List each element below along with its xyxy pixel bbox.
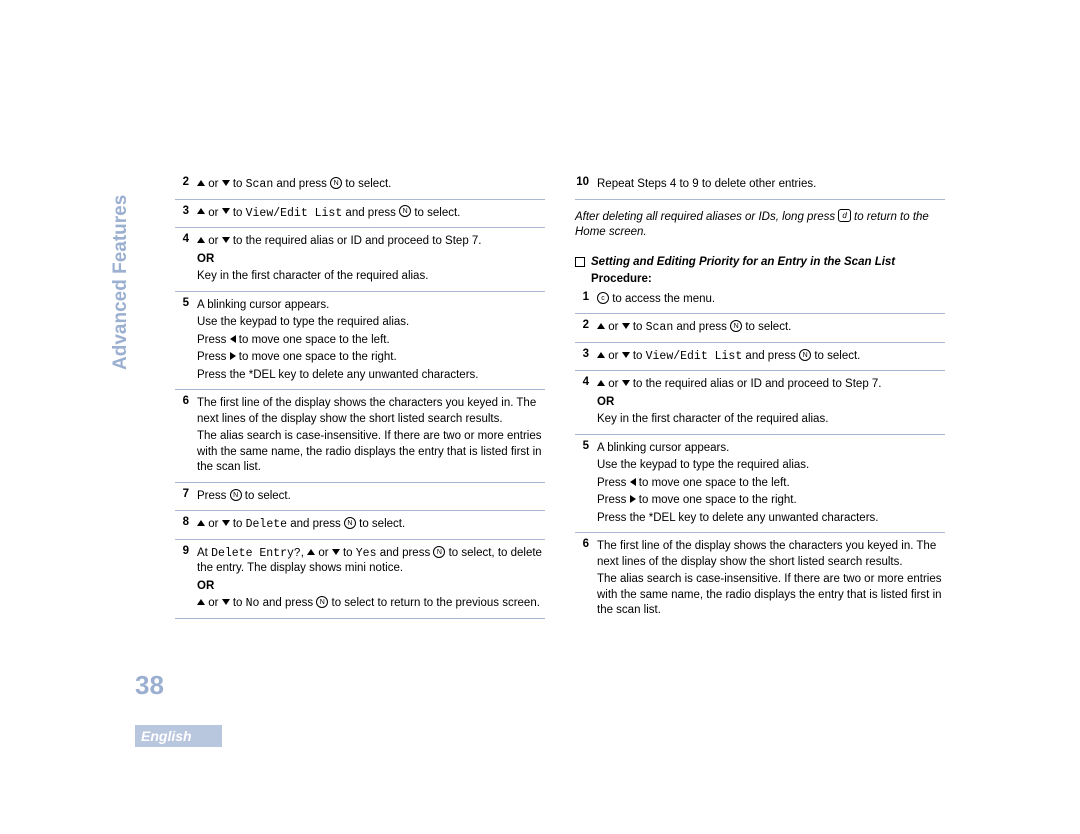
- content-columns: 2 or to Scan and press N to select. 3 or…: [175, 175, 945, 629]
- r-step-6: 6 The first line of the display shows th…: [575, 537, 945, 625]
- arrow-up-icon: [197, 599, 205, 605]
- step-7: 7 Press N to select.: [175, 487, 545, 512]
- arrow-down-icon: [222, 599, 230, 605]
- ok-button-icon: N: [316, 596, 328, 608]
- page-number: 38: [135, 670, 164, 701]
- arrow-down-icon: [222, 520, 230, 526]
- arrow-up-icon: [597, 380, 605, 386]
- r-step-1: 1 c to access the menu.: [575, 290, 945, 315]
- step-9: 9 At Delete Entry?, or to Yes and press …: [175, 544, 545, 619]
- ok-button-icon: N: [230, 489, 242, 501]
- r-step-5: 5 A blinking cursor appears. Use the key…: [575, 439, 945, 534]
- step-3: 3 or to View/Edit List and press N to se…: [175, 204, 545, 229]
- arrow-down-icon: [222, 237, 230, 243]
- arrow-up-icon: [597, 323, 605, 329]
- menu-button-icon: c: [597, 292, 609, 304]
- r-step-3: 3 or to View/Edit List and press N to se…: [575, 347, 945, 372]
- arrow-down-icon: [332, 549, 340, 555]
- ok-button-icon: N: [330, 177, 342, 189]
- left-column: 2 or to Scan and press N to select. 3 or…: [175, 175, 545, 629]
- section-tab: Advanced Features: [110, 195, 132, 370]
- right-column: 10 Repeat Steps 4 to 9 to delete other e…: [575, 175, 945, 629]
- language-tag: English: [135, 725, 222, 747]
- bullet-square-icon: [575, 257, 585, 267]
- arrow-down-icon: [622, 352, 630, 358]
- return-home-note: After deleting all required aliases or I…: [575, 210, 945, 241]
- step-10: 10 Repeat Steps 4 to 9 to delete other e…: [575, 175, 945, 200]
- arrow-down-icon: [622, 380, 630, 386]
- arrow-down-icon: [222, 180, 230, 186]
- ok-button-icon: N: [730, 320, 742, 332]
- arrow-right-icon: [630, 495, 636, 503]
- r-step-4: 4 or to the required alias or ID and pro…: [575, 375, 945, 435]
- r-step-2: 2 or to Scan and press N to select.: [575, 318, 945, 343]
- arrow-left-icon: [630, 478, 636, 486]
- arrow-up-icon: [307, 549, 315, 555]
- procedure-label: Procedure:: [591, 272, 945, 288]
- home-button-icon: d: [838, 209, 850, 222]
- arrow-right-icon: [230, 352, 236, 360]
- arrow-up-icon: [197, 520, 205, 526]
- arrow-up-icon: [197, 180, 205, 186]
- ok-button-icon: N: [799, 349, 811, 361]
- ok-button-icon: N: [433, 546, 445, 558]
- arrow-up-icon: [597, 352, 605, 358]
- arrow-down-icon: [222, 208, 230, 214]
- ok-button-icon: N: [344, 517, 356, 529]
- arrow-left-icon: [230, 335, 236, 343]
- step-2: 2 or to Scan and press N to select.: [175, 175, 545, 200]
- subsection-heading: Setting and Editing Priority for an Entr…: [575, 255, 945, 271]
- step-8: 8 or to Delete and press N to select.: [175, 515, 545, 540]
- step-4: 4 or to the required alias or ID and pro…: [175, 232, 545, 292]
- arrow-down-icon: [622, 323, 630, 329]
- arrow-up-icon: [197, 208, 205, 214]
- step-6: 6 The first line of the display shows th…: [175, 394, 545, 483]
- step-5: 5 A blinking cursor appears. Use the key…: [175, 296, 545, 391]
- manual-page: Advanced Features 38 English 2 or to Sca…: [120, 140, 950, 730]
- ok-button-icon: N: [399, 205, 411, 217]
- arrow-up-icon: [197, 237, 205, 243]
